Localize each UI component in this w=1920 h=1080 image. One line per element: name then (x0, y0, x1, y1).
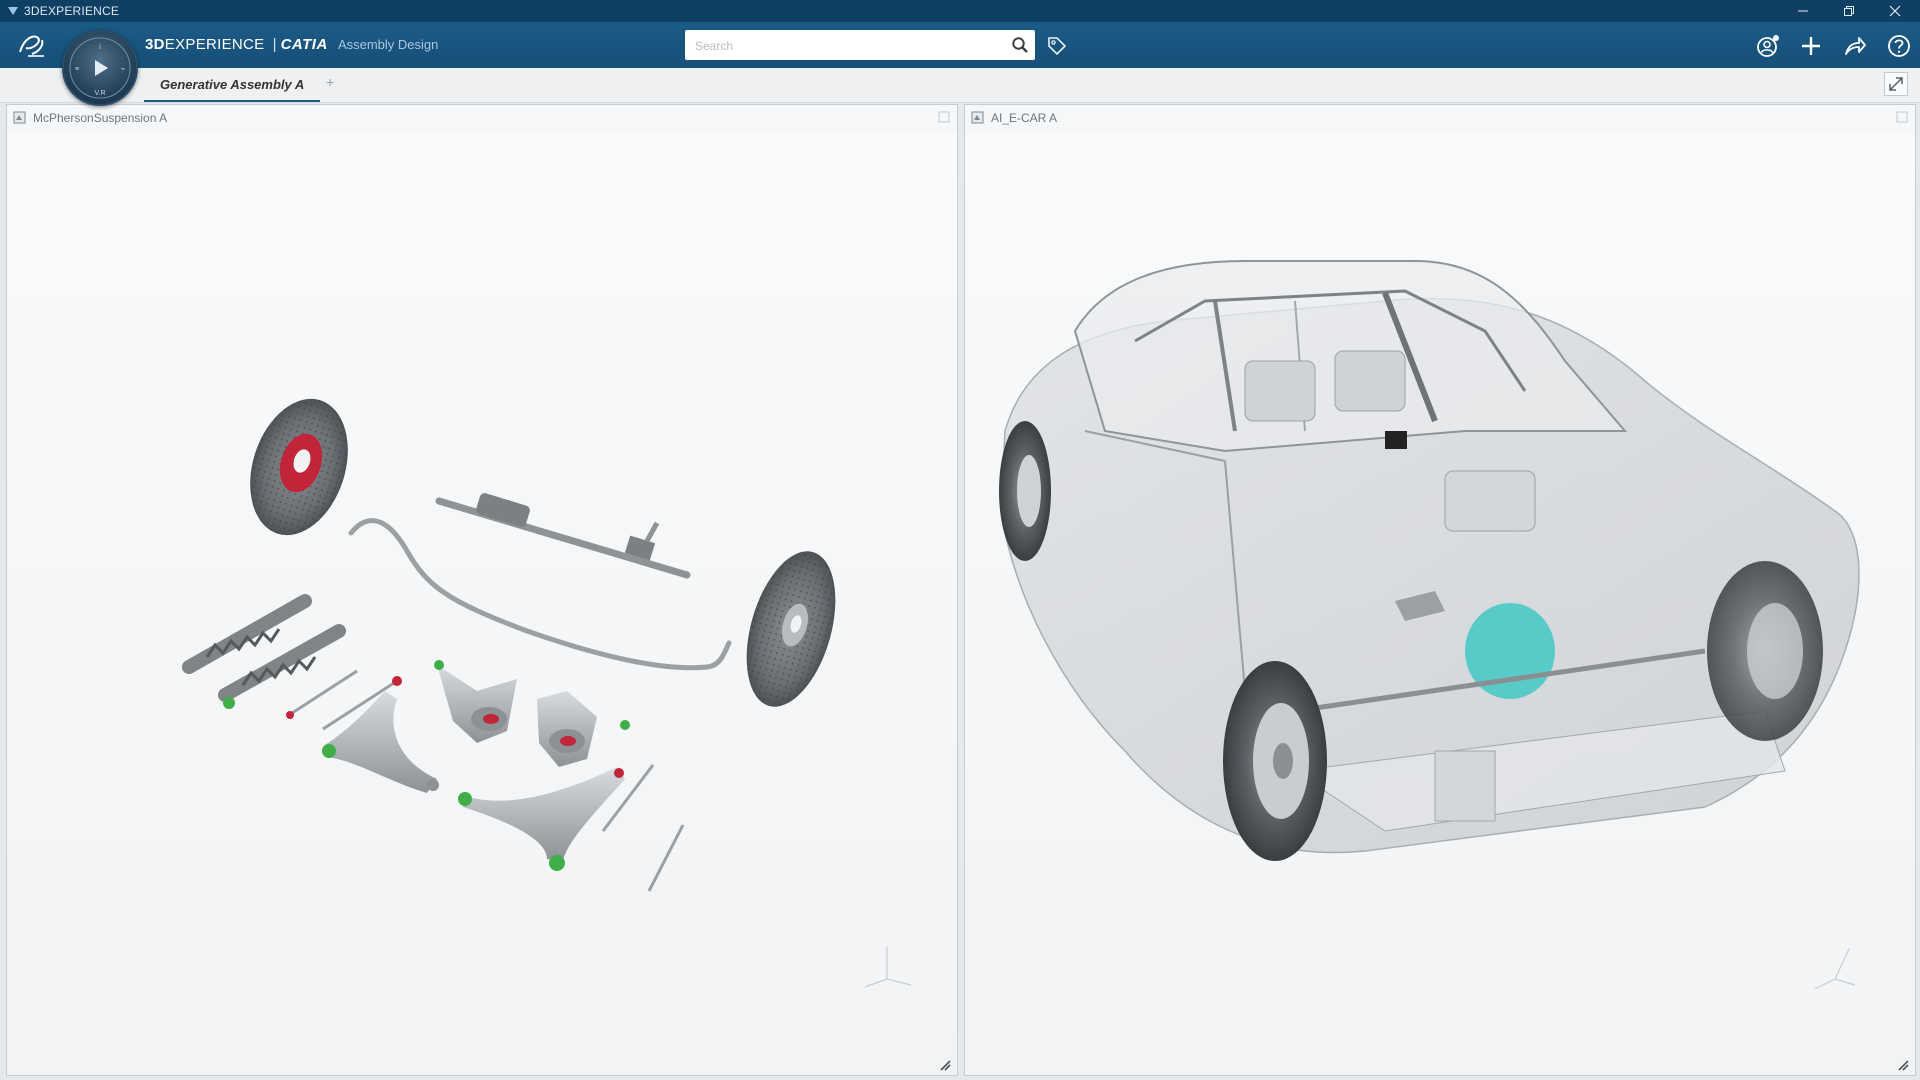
share-icon[interactable] (1842, 33, 1868, 59)
3dexperience-app-icon (8, 7, 18, 15)
shock-absorbers[interactable] (182, 594, 346, 709)
panel-title: AI_E-CAR A (991, 111, 1058, 125)
tab-generative-assembly[interactable]: Generative Assembly A (144, 68, 321, 102)
plus-icon[interactable] (1798, 33, 1824, 59)
3d-viewport-left[interactable] (7, 131, 958, 1076)
panel-options-icon[interactable] (937, 110, 951, 124)
tag-icon[interactable] (1046, 35, 1068, 57)
restore-icon (1844, 6, 1854, 16)
search-icon[interactable] (1011, 36, 1029, 54)
minimize-icon (1798, 10, 1808, 12)
front-right-wheel[interactable] (1707, 561, 1823, 741)
help-icon[interactable] (1886, 33, 1912, 59)
search-input[interactable] (693, 35, 997, 57)
resize-grip-icon[interactable] (1897, 1059, 1909, 1071)
steering-rack[interactable] (435, 492, 691, 579)
anti-roll-bar[interactable] (348, 518, 732, 671)
svg-text:≡: ≡ (75, 66, 79, 73)
svg-text:i: i (99, 44, 101, 51)
steering-knuckles[interactable] (434, 660, 630, 767)
close-icon (1889, 5, 1901, 17)
search-box (685, 30, 1035, 60)
document-icon (971, 111, 984, 124)
rear-wheel[interactable] (999, 421, 1051, 561)
user-icon[interactable] (1755, 33, 1781, 59)
panel-header: AI_E-CAR A (965, 105, 1915, 132)
compass-widget[interactable]: i V.R ≡ ⌁ (62, 30, 138, 106)
brand-product: CATIA (280, 36, 328, 53)
panel-options-icon[interactable] (1895, 110, 1909, 124)
car-body[interactable] (1000, 260, 1860, 854)
brand-app-name: Assembly Design (337, 37, 439, 52)
close-button[interactable] (1872, 0, 1918, 22)
app-header: 3DEXPERIENCE | CATIA Assembly Design (0, 22, 1920, 68)
resize-grip-icon[interactable] (939, 1059, 951, 1071)
compass-icon: i V.R ≡ ⌁ (69, 37, 131, 99)
svg-text:⌁: ⌁ (121, 66, 125, 73)
brand-3d: 3D (145, 36, 165, 53)
axis-triad-icon (864, 947, 912, 988)
panel-header: McPhersonSuspension A (7, 105, 957, 132)
os-titlebar: 3DEXPERIENCE (0, 0, 1920, 22)
car-xray-view[interactable] (965, 131, 1916, 1076)
suspension-exploded-view[interactable] (7, 131, 958, 1076)
brand-separator: | (272, 36, 277, 53)
panel-mcpherson-suspension: McPhersonSuspension A (6, 104, 958, 1076)
document-icon (13, 111, 26, 124)
brand-experience: EXPERIENCE (164, 36, 265, 53)
svg-text:V.R: V.R (94, 90, 105, 97)
restore-button[interactable] (1826, 0, 1872, 22)
minimize-button[interactable] (1780, 0, 1826, 22)
brake-disc-right[interactable] (730, 541, 851, 717)
front-left-wheel[interactable] (1223, 661, 1327, 861)
app-brand: 3DEXPERIENCE | CATIA Assembly Design (145, 36, 438, 53)
dassault-systemes-logo-icon[interactable] (14, 30, 50, 60)
panel-e-car: AI_E-CAR A (964, 104, 1916, 1076)
brake-disc-left[interactable] (234, 386, 365, 548)
panel-title: McPhersonSuspension A (33, 111, 168, 125)
window-title: 3DEXPERIENCE (24, 4, 120, 18)
add-tab-button[interactable]: + (326, 74, 334, 90)
maximize-icon[interactable] (1884, 72, 1908, 96)
axis-triad-icon (1814, 948, 1856, 990)
3d-viewport-right[interactable] (965, 131, 1916, 1076)
tab-bar: Generative Assembly A + (0, 68, 1920, 103)
